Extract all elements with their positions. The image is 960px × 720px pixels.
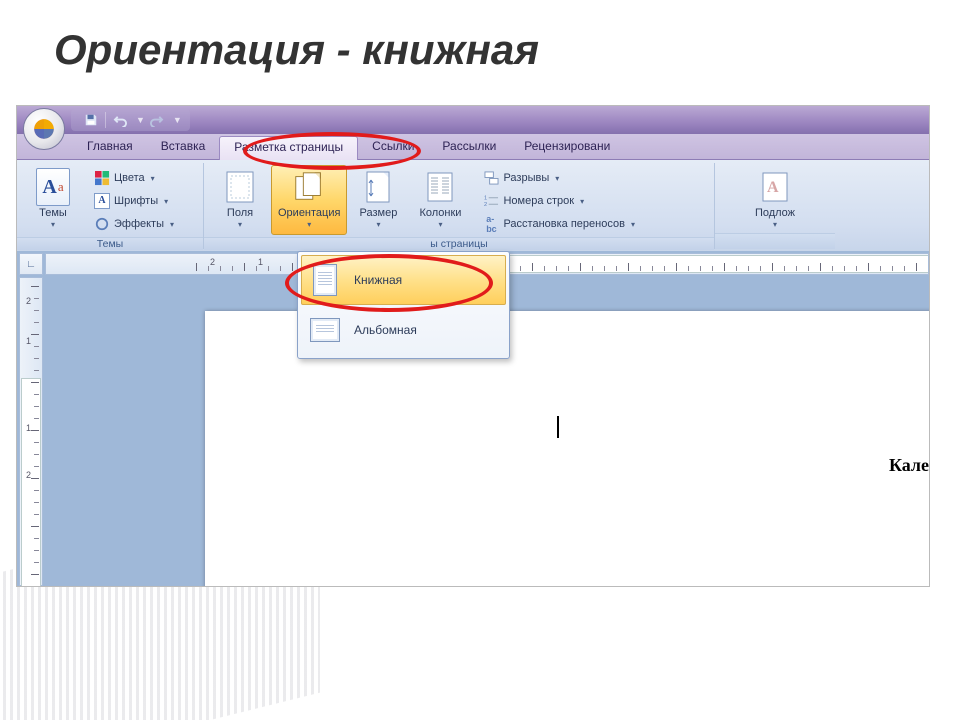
breaks-label: Разрывы [503, 172, 549, 184]
office-button[interactable] [23, 108, 65, 150]
orientation-portrait-item[interactable]: Книжная [301, 255, 506, 305]
document-partial-text: Кале [889, 455, 929, 476]
tab-review[interactable]: Рецензировани [510, 134, 624, 159]
orientation-portrait-label: Книжная [354, 273, 402, 287]
breaks-button[interactable]: Разрывы▾ [477, 167, 641, 189]
tab-mailings[interactable]: Рассылки [428, 134, 510, 159]
theme-colors-button[interactable]: Цвета▾ [88, 167, 180, 189]
theme-effects-button[interactable]: Эффекты▾ [88, 213, 180, 235]
margins-button[interactable]: Поля▾ [209, 165, 271, 235]
group-page-setup-label: ы страницы [204, 237, 714, 250]
hyphenation-button[interactable]: a‑bc Расстановка переносов▾ [477, 213, 641, 235]
portrait-page-icon [313, 264, 337, 296]
landscape-page-icon [310, 318, 340, 342]
qat-redo[interactable] [147, 111, 167, 129]
group-page-background: A Подлож▾ [715, 163, 835, 249]
qat-customize[interactable]: ▼ [173, 115, 182, 125]
group-page-setup: Поля▾ Ориентация▾ Размер▾ Колонки▾ [204, 163, 715, 249]
tab-references[interactable]: Ссылки [358, 134, 428, 159]
ribbon: Aa Темы ▾ Цвета▾ A Шрифты▾ [17, 160, 929, 253]
size-button[interactable]: Размер▾ [347, 165, 409, 235]
word-screenshot: ▼ ▼ Главная Вставка Разметка страницы Сс… [16, 105, 930, 587]
line-numbers-label: Номера строк [503, 195, 574, 207]
orientation-landscape-item[interactable]: Альбомная [301, 305, 506, 355]
ribbon-tabs: Главная Вставка Разметка страницы Ссылки… [17, 134, 929, 160]
slide-title: Ориентация - книжная [54, 26, 539, 74]
orientation-button[interactable]: Ориентация▾ [271, 165, 347, 235]
orientation-menu: Книжная Альбомная [297, 251, 510, 359]
theme-fonts-label: Шрифты [114, 195, 158, 207]
qat-undo-more[interactable]: ▼ [136, 115, 145, 125]
tab-insert[interactable]: Вставка [147, 134, 220, 159]
group-themes-label: Темы [17, 237, 203, 250]
tab-home[interactable]: Главная [73, 134, 147, 159]
orientation-landscape-label: Альбомная [354, 323, 417, 337]
theme-fonts-button[interactable]: A Шрифты▾ [88, 190, 180, 212]
theme-effects-label: Эффекты [114, 218, 164, 230]
svg-text:2: 2 [484, 202, 487, 208]
hyphenation-label: Расстановка переносов [503, 218, 624, 230]
qat-undo[interactable] [110, 111, 130, 129]
group-themes: Aa Темы ▾ Цвета▾ A Шрифты▾ [17, 163, 204, 249]
svg-text:1: 1 [484, 196, 487, 202]
ruler-corner[interactable]: ∟ [19, 253, 43, 275]
quick-access-toolbar: ▼ ▼ [71, 109, 190, 131]
line-numbers-button[interactable]: 12 Номера строк▾ [477, 190, 641, 212]
text-cursor [557, 416, 559, 438]
watermark-button[interactable]: A Подлож▾ [744, 165, 806, 231]
svg-text:A: A [767, 179, 779, 196]
theme-colors-label: Цвета [114, 172, 145, 184]
window-titlebar: ▼ ▼ [17, 106, 929, 134]
vertical-ruler[interactable]: 2 1 1 2 [19, 277, 43, 586]
columns-button[interactable]: Колонки▾ [409, 165, 471, 235]
qat-save[interactable] [81, 111, 101, 129]
themes-button[interactable]: Aa Темы ▾ [22, 165, 84, 235]
tab-page-layout[interactable]: Разметка страницы [219, 136, 358, 160]
